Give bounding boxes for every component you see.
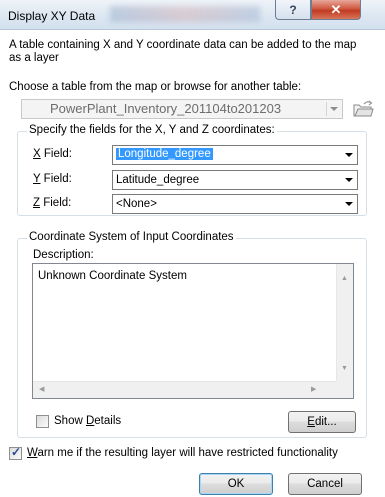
y-field-label: Y Field: [33, 173, 72, 185]
description-label: Description: [33, 249, 94, 261]
z-field-value: <None> [116, 198, 157, 210]
y-field-select[interactable]: Latitude_degree [112, 170, 358, 190]
scroll-right-icon[interactable]: ▶ [311, 385, 316, 393]
chevron-down-icon [340, 171, 357, 189]
display-xy-data-dialog: Display XY Data ? ✕ A table containing X… [0, 0, 385, 497]
choose-table-label: Choose a table from the map or browse fo… [9, 81, 302, 93]
dialog-title: Display XY Data [8, 9, 96, 23]
blurred-background [110, 6, 260, 22]
chevron-down-icon [326, 102, 340, 116]
fields-group-legend: Specify the fields for the X, Y and Z co… [27, 124, 277, 136]
show-details-label[interactable]: Show Details [54, 415, 121, 427]
coordinate-system-legend: Coordinate System of Input Coordinates [27, 231, 236, 243]
ok-button[interactable]: OK [199, 473, 273, 495]
vertical-scrollbar[interactable]: ▲ ▼ [336, 264, 353, 382]
show-details-checkbox[interactable] [36, 415, 49, 428]
scroll-down-icon[interactable]: ▼ [341, 365, 348, 372]
x-field-value: Longitude_degree [116, 148, 213, 160]
open-folder-icon[interactable] [352, 99, 374, 119]
scroll-left-icon[interactable]: ◀ [39, 385, 44, 393]
scrollbar-corner [336, 381, 353, 398]
description-textbox[interactable]: Unknown Coordinate System ▲ ▼ ◀ ▶ [32, 263, 354, 399]
scroll-up-icon[interactable]: ▲ [341, 275, 348, 282]
z-field-label: Z Field: [33, 197, 72, 209]
close-icon: ✕ [330, 1, 342, 17]
warn-checkbox[interactable]: ✓ [9, 445, 22, 460]
description-text: Unknown Coordinate System [38, 270, 187, 282]
horizontal-scrollbar[interactable]: ◀ ▶ [33, 381, 336, 398]
z-field-select[interactable]: <None> [112, 194, 358, 214]
warn-label[interactable]: Warn me if the resulting layer will have… [27, 447, 338, 459]
help-icon: ? [289, 2, 297, 17]
table-select[interactable]: PowerPlant_Inventory_201104to201203 [21, 99, 343, 119]
chevron-down-icon [340, 195, 357, 213]
checkmark-icon: ✓ [11, 445, 22, 459]
y-field-value: Latitude_degree [116, 174, 200, 186]
table-select-value: PowerPlant_Inventory_201104to201203 [50, 101, 282, 116]
edit-button[interactable]: Edit... [288, 411, 356, 433]
help-button[interactable]: ? [275, 0, 311, 20]
cancel-button[interactable]: Cancel [288, 473, 362, 495]
chevron-down-icon [340, 146, 357, 164]
close-button[interactable]: ✕ [311, 0, 361, 20]
x-field-label: X Field: [33, 148, 72, 160]
x-field-select[interactable]: Longitude_degree [112, 145, 358, 165]
intro-text: A table containing X and Y coordinate da… [9, 39, 357, 64]
title-bar[interactable]: Display XY Data ? ✕ [0, 0, 385, 30]
